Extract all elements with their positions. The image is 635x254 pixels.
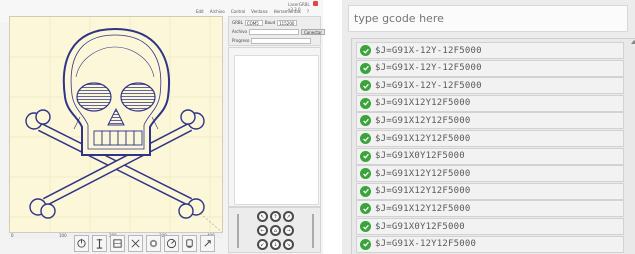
filename-field[interactable] xyxy=(248,28,299,35)
center-button[interactable] xyxy=(110,235,125,252)
connect-button[interactable]: Conectar xyxy=(300,28,326,35)
command-log-area[interactable] xyxy=(234,55,319,205)
log-command-text: $J=G91X12Y12F5000 xyxy=(375,133,471,144)
log-command-text: $J=G91X0Y12F5000 xyxy=(375,221,465,232)
check-icon xyxy=(360,168,371,180)
laser-app-window: Edit Archivo Control Ventana Herramienta… xyxy=(0,0,326,254)
log-row: $J=G91X0Y12F5000 xyxy=(356,147,624,165)
mode-label: GRBL xyxy=(232,20,243,25)
homing-button[interactable] xyxy=(92,235,107,252)
log-row: $J=G91X12Y12F5000 xyxy=(356,200,624,218)
reset-button[interactable] xyxy=(74,235,89,252)
scroll-up-arrow[interactable] xyxy=(631,40,635,44)
log-command-text: $J=G91X-12Y-12F5000 xyxy=(375,45,482,56)
baud-rate-select[interactable]: 115200 xyxy=(277,19,298,26)
log-command-text: $J=G91X12Y12F5000 xyxy=(375,186,471,197)
log-command-text: $J=G91X12Y12F5000 xyxy=(375,203,471,214)
frame-icon xyxy=(149,239,158,248)
check-icon xyxy=(360,62,371,74)
gcode-log-list[interactable]: $J=G91X-12Y-12F5000 $J=G91X-12Y-12F5000 $J… xyxy=(351,38,635,254)
log-command-text: $J=G91X0Y12F5000 xyxy=(375,151,465,162)
log-command-text: $J=G91X12Y12F5000 xyxy=(375,115,471,126)
jog-down-right-button[interactable]: ↘ xyxy=(283,239,294,250)
skull-crossbones-drawing xyxy=(10,17,222,232)
bottom-toolbar xyxy=(62,233,225,254)
homing-icon xyxy=(96,238,103,249)
log-command-text: $J=G91X-12Y-12F5000 xyxy=(375,63,482,74)
jog-up-right-button[interactable]: ↗ xyxy=(283,211,294,222)
menu-item-control[interactable]: Control xyxy=(231,9,245,14)
log-command-text: $J=G91X-12Y12F5000 xyxy=(375,239,477,250)
gcode-input[interactable] xyxy=(348,5,628,32)
menu-item-ventana[interactable]: Ventana xyxy=(251,9,267,14)
filename-label: Archivo xyxy=(232,29,247,34)
log-row: $J=G91X12Y12F5000 xyxy=(356,182,624,200)
light-button[interactable] xyxy=(182,235,197,252)
connection-panel: GRBL COM5 Baud 115200 Archivo Conectar P… xyxy=(228,16,326,46)
log-command-text: $J=G91X12Y12F5000 xyxy=(375,98,471,109)
check-icon xyxy=(360,115,371,127)
com-port-select[interactable]: COM5 xyxy=(244,19,263,26)
screenshot: Edit Archivo Control Ventana Herramienta… xyxy=(0,0,635,254)
zoom-button[interactable] xyxy=(200,235,215,252)
check-icon xyxy=(360,203,371,215)
progress-bar xyxy=(251,37,312,44)
corner-button[interactable] xyxy=(128,235,143,252)
log-row: $J=G91X-12Y12F5000 xyxy=(356,235,624,253)
frame-button[interactable] xyxy=(146,235,161,252)
menu-item-edit[interactable]: Edit xyxy=(196,9,204,14)
work-canvas[interactable] xyxy=(9,16,223,233)
log-row: $J=G91X-12Y-12F5000 xyxy=(356,42,624,59)
log-row: $J=G91X-12Y-12F5000 xyxy=(356,59,624,77)
progress-row: Progreso xyxy=(232,37,312,44)
progress-label: Progreso xyxy=(232,38,250,43)
corner-icon xyxy=(131,239,140,248)
focus-icon xyxy=(166,238,177,249)
check-icon xyxy=(360,133,371,144)
log-command-text: $J=G91X-12Y-12F5000 xyxy=(375,80,482,91)
focus-button[interactable] xyxy=(164,235,179,252)
command-log-panel xyxy=(228,47,321,207)
check-icon xyxy=(360,238,371,250)
check-icon xyxy=(360,80,371,92)
log-row: $J=G91X12Y12F5000 xyxy=(356,94,624,112)
center-icon xyxy=(113,239,122,248)
jog-up-button[interactable]: ↑ xyxy=(270,211,281,222)
speed-slider[interactable] xyxy=(237,214,239,248)
menu-item-archivo[interactable]: Archivo xyxy=(210,9,225,14)
connection-row: GRBL COM5 Baud 115200 xyxy=(232,19,298,26)
check-icon xyxy=(360,150,371,162)
jog-right-button[interactable]: → xyxy=(283,225,294,236)
check-icon xyxy=(360,185,371,197)
jog-down-button[interactable]: ↓ xyxy=(270,239,281,250)
gcode-console: $J=G91X-12Y-12F5000 $J=G91X-12Y-12F5000 $J… xyxy=(342,0,635,254)
jog-home-button[interactable]: ⌂ xyxy=(270,225,281,236)
log-row: $J=G91X12Y12F5000 xyxy=(356,165,624,183)
file-row: Archivo Conectar xyxy=(232,28,326,35)
jog-down-left-button[interactable]: ↙ xyxy=(257,239,268,250)
close-icon[interactable] xyxy=(313,1,318,6)
jog-left-button[interactable]: ← xyxy=(257,225,268,236)
check-icon xyxy=(360,45,371,56)
log-row: $J=G91X-12Y-12F5000 xyxy=(356,77,624,95)
check-icon xyxy=(360,221,371,232)
baud-label: Baud xyxy=(264,20,276,25)
log-row: $J=G91X0Y12F5000 xyxy=(356,218,624,235)
log-row: $J=G91X12Y12F5000 xyxy=(356,112,624,130)
ruler-label: 0 xyxy=(11,233,14,238)
jog-up-left-button[interactable]: ↖ xyxy=(257,211,268,222)
log-row: $J=G91X12Y12F5000 xyxy=(356,130,624,147)
reset-icon xyxy=(77,238,86,248)
light-icon xyxy=(186,239,193,248)
zoom-icon xyxy=(204,240,211,247)
jog-panel: ↖ ↑ ↗ ← ⌂ → ↙ ↓ ↘ xyxy=(228,207,321,253)
step-slider[interactable] xyxy=(312,214,314,248)
check-icon xyxy=(360,97,371,109)
log-command-text: $J=G91X12Y12F5000 xyxy=(375,168,471,179)
